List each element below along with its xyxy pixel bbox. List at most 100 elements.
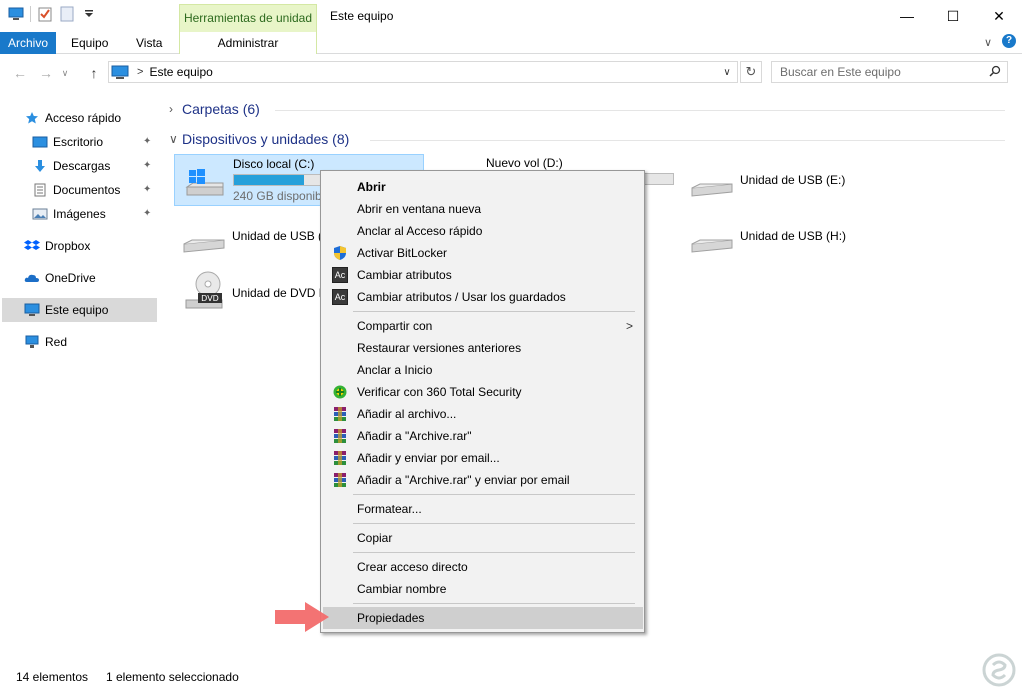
menu-item-anclar-inicio[interactable]: Anclar a Inicio: [323, 359, 643, 381]
winrar-icon: [332, 472, 348, 488]
menu-item-cambiar-nombre[interactable]: Cambiar nombre: [323, 578, 643, 600]
pin-icon[interactable]: ✦: [143, 136, 151, 147]
menu-item-anadir-enviar-email[interactable]: Añadir y enviar por email...: [323, 447, 643, 469]
breadcrumb-este-equipo[interactable]: Este equipo: [149, 65, 212, 79]
sidebar-item-red[interactable]: Red: [24, 330, 157, 354]
breadcrumb-separator[interactable]: >: [137, 66, 143, 78]
chevron-down-icon[interactable]: ∨: [169, 132, 182, 146]
address-bar[interactable]: > Este equipo ∨: [108, 61, 738, 83]
menu-item-restaurar-versiones[interactable]: Restaurar versiones anteriores: [323, 337, 643, 359]
new-folder-icon[interactable]: [59, 6, 75, 22]
menu-item-anadir-archive-rar-email[interactable]: Añadir a "Archive.rar" y enviar por emai…: [323, 469, 643, 491]
pin-icon[interactable]: ✦: [143, 208, 151, 219]
sidebar-item-acceso-rapido[interactable]: Acceso rápido: [24, 106, 157, 130]
tab-administrar[interactable]: Administrar: [179, 32, 317, 54]
tab-equipo[interactable]: Equipo: [62, 32, 117, 54]
sidebar-item-onedrive[interactable]: OneDrive: [24, 266, 157, 290]
group-header-carpetas[interactable]: › Carpetas (6): [169, 101, 260, 117]
navigation-pane: Acceso rápido Escritorio Descargas Docum…: [0, 100, 160, 660]
menu-item-label: Cambiar nombre: [357, 582, 447, 596]
menu-item-activar-bitlocker[interactable]: Activar BitLocker: [323, 242, 643, 264]
quick-access-toolbar: [8, 6, 97, 22]
sidebar-item-label: OneDrive: [45, 271, 96, 285]
menu-item-crear-acceso-directo[interactable]: Crear acceso directo: [323, 556, 643, 578]
onedrive-icon: [24, 270, 40, 286]
menu-item-label: Copiar: [357, 531, 393, 545]
selection-count: 1 elemento seleccionado: [106, 670, 239, 684]
sidebar-item-label: Red: [45, 335, 68, 349]
maximize-button[interactable]: ☐: [930, 0, 976, 32]
menu-item-label: Cambiar atributos / Usar los guardados: [357, 290, 566, 304]
recent-locations-button[interactable]: ∨: [58, 63, 72, 83]
pin-icon[interactable]: ✦: [143, 160, 151, 171]
menu-item-formatear[interactable]: Formatear...: [323, 498, 643, 520]
up-button[interactable]: ↑: [84, 63, 104, 83]
sidebar-item-label: Escritorio: [53, 135, 104, 149]
menu-item-propiedades[interactable]: Propiedades: [323, 607, 643, 629]
menu-item-cambiar-atributos-guardados[interactable]: Ac Cambiar atributos / Usar los guardado…: [323, 286, 643, 308]
menu-item-label: Compartir con: [357, 319, 433, 333]
menu-item-anadir-archivo[interactable]: Añadir al archivo...: [323, 403, 643, 425]
group-label: Dispositivos y unidades (8): [182, 131, 350, 147]
tab-archivo[interactable]: Archivo: [0, 32, 56, 54]
menu-separator: [353, 311, 635, 312]
menu-item-compartir-con[interactable]: Compartir con >: [323, 315, 643, 337]
sidebar-item-descargas[interactable]: Descargas: [32, 154, 157, 178]
refresh-button[interactable]: ↻: [740, 61, 762, 83]
pin-icon[interactable]: ✦: [143, 184, 151, 195]
menu-separator: [353, 523, 635, 524]
menu-item-label: Abrir: [357, 180, 386, 194]
ribbon-collapse-icon[interactable]: ∨: [984, 36, 992, 49]
menu-item-verificar-360[interactable]: Verificar con 360 Total Security: [323, 381, 643, 403]
status-bar: 14 elementos 1 elemento seleccionado: [0, 653, 1022, 689]
drive-free-space: 240 GB disponibl: [233, 189, 325, 203]
menu-item-anclar-acceso-rapido[interactable]: Anclar al Acceso rápido: [323, 220, 643, 242]
address-dropdown-icon[interactable]: ∨: [719, 64, 735, 80]
tab-vista[interactable]: Vista: [127, 32, 171, 54]
menu-item-label: Restaurar versiones anteriores: [357, 341, 522, 355]
menu-item-label: Formatear...: [357, 502, 422, 516]
item-count: 14 elementos: [16, 670, 89, 684]
search-icon[interactable]: [989, 65, 1001, 80]
menu-item-cambiar-atributos[interactable]: Ac Cambiar atributos: [323, 264, 643, 286]
help-icon[interactable]: ?: [1002, 34, 1016, 48]
usb-drive-icon: [182, 232, 226, 266]
sidebar-item-documentos[interactable]: Documentos: [32, 178, 157, 202]
computer-icon[interactable]: [8, 6, 24, 22]
menu-item-anadir-archive-rar[interactable]: Añadir a "Archive.rar": [323, 425, 643, 447]
drive-item-h[interactable]: Unidad de USB (H:): [682, 222, 932, 274]
drive-tools-context-header: Herramientas de unidad: [179, 4, 317, 32]
menu-item-abrir-ventana-nueva[interactable]: Abrir en ventana nueva: [323, 198, 643, 220]
sidebar-item-dropbox[interactable]: Dropbox: [24, 234, 157, 258]
chevron-right-icon[interactable]: ›: [169, 102, 182, 116]
sidebar-item-label: Acceso rápido: [45, 111, 122, 125]
group-header-dispositivos[interactable]: ∨ Dispositivos y unidades (8): [169, 131, 349, 147]
360-security-icon: [332, 384, 348, 400]
dvd-label: DVD: [201, 294, 219, 303]
properties-check-icon[interactable]: [37, 6, 53, 22]
window-title: Este equipo: [330, 9, 394, 23]
sidebar-item-escritorio[interactable]: Escritorio: [32, 130, 157, 154]
menu-item-label: Añadir a "Archive.rar" y enviar por emai…: [357, 473, 570, 487]
customize-toolbar-icon[interactable]: [81, 6, 97, 22]
group-label: Carpetas (6): [182, 101, 260, 117]
minimize-button[interactable]: —: [884, 0, 930, 32]
network-icon: [24, 334, 40, 350]
dropbox-icon: [24, 238, 40, 254]
site-logo-icon: [982, 653, 1016, 687]
menu-item-label: Anclar al Acceso rápido: [357, 224, 483, 238]
group-divider: [275, 110, 1005, 111]
search-input[interactable]: Buscar en Este equipo: [771, 61, 1008, 83]
sidebar-item-label: Dropbox: [45, 239, 91, 253]
sidebar-item-este-equipo[interactable]: Este equipo: [2, 298, 157, 322]
ribbon-tabs: Archivo Equipo Vista Administrar ∨ ?: [0, 32, 1022, 54]
navigation-bar: ← → ∨ ↑ > Este equipo ∨ ↻ Buscar en Este…: [0, 59, 1022, 87]
back-button[interactable]: ←: [10, 63, 30, 83]
sidebar-item-imagenes[interactable]: Imágenes: [32, 202, 157, 226]
forward-button[interactable]: →: [36, 63, 56, 83]
menu-item-abrir[interactable]: Abrir: [323, 176, 643, 198]
menu-item-copiar[interactable]: Copiar: [323, 527, 643, 549]
sidebar-item-label: Este equipo: [45, 303, 109, 317]
drive-item-e[interactable]: Unidad de USB (E:): [682, 166, 932, 218]
close-button[interactable]: ✕: [976, 0, 1022, 32]
